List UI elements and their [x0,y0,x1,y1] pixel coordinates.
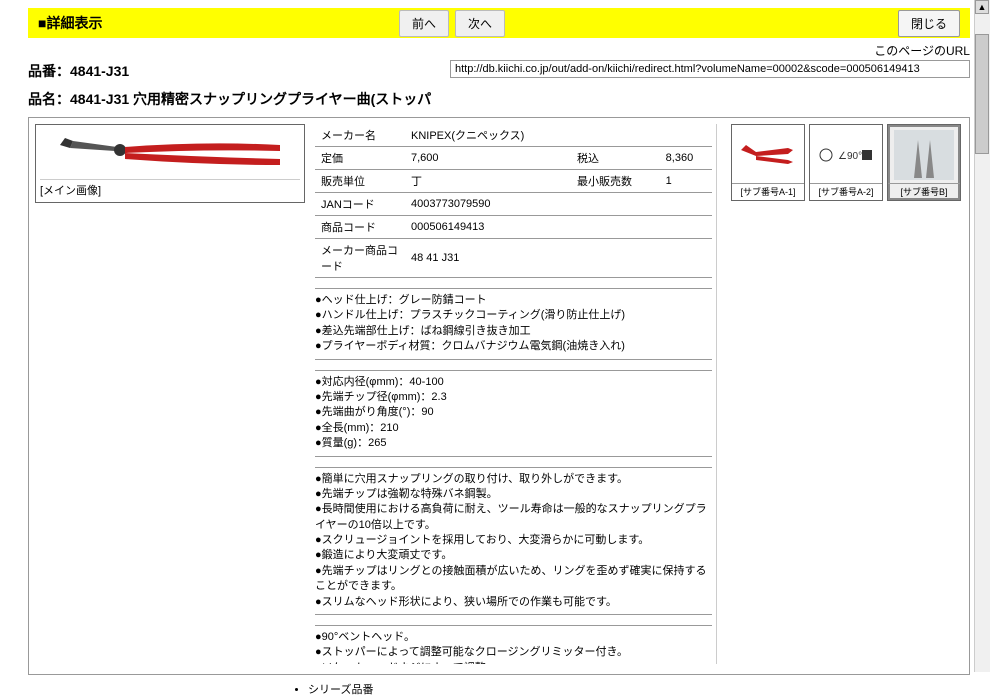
thumbnail-1[interactable]: [サブ番号A-1] [731,124,805,201]
desc-line: ●対応内径(φmm)：40-100 [315,375,712,390]
main-image [40,129,300,177]
desc-block-3: ●簡単に穴用スナップリングの取り付け、取り外しができます。●先端チップは強靭な特… [315,467,712,616]
main-image-box: [メイン画像] [35,124,305,203]
desc-line: ●先端チップは強靭な特殊バネ鋼製。 [315,487,712,502]
spec-table: メーカー名KNIPEX(クニペックス) 定価7,600税込8,360 販売単位丁… [315,124,712,278]
desc-block-1: ●ヘッド仕上げ：グレー防錆コート●ハンドル仕上げ：プラスチックコーティング(滑り… [315,288,712,360]
url-label: このページのURL [874,42,970,59]
desc-line: ●先端チップ径(φmm)：2.3 [315,390,712,405]
spec-scroll-area[interactable]: メーカー名KNIPEX(クニペックス) 定価7,600税込8,360 販売単位丁… [315,124,717,664]
thumb-img-3 [888,127,960,183]
desc-line: ●ソケットヘッドネジによって調整。 [315,661,712,664]
url-input[interactable] [450,60,970,78]
desc-block-2: ●対応内径(φmm)：40-100●先端チップ径(φmm)：2.3●先端曲がり角… [315,370,712,457]
desc-line: ●長時間使用における高負荷に耐え、ツール寿命は一般的なスナップリングプライヤーの… [315,502,712,533]
table-row: メーカー商品コード48 41 J31 [315,239,712,278]
next-button[interactable]: 次へ [455,10,505,37]
table-row: 販売単位丁最小販売数1 [315,170,712,193]
desc-line: ●鍛造により大変頑丈です。 [315,548,712,563]
header-bar: ■詳細表示 前へ 次へ 閉じる [28,8,970,38]
desc-line: ●ストッパーによって調整可能なクロージングリミッター付き。 [315,645,712,660]
product-name: 4841-J31 穴用精密スナップリングプライヤー曲(ストッパ [70,91,431,107]
desc-line: ●スリムなヘッド形状により、狭い場所での作業も可能です。 [315,595,712,610]
scroll-up-arrow[interactable]: ▲ [975,0,989,14]
desc-line: ●全長(mm)：210 [315,421,712,436]
series-link[interactable]: シリーズ品番 [308,681,970,697]
close-button[interactable]: 閉じる [898,10,960,37]
desc-line: ●ヘッド仕上げ：グレー防錆コート [315,293,712,308]
prev-button[interactable]: 前へ [399,10,449,37]
desc-line: ●90°ベントヘッド。 [315,630,712,645]
desc-line: ●先端曲がり角度(°)：90 [315,405,712,420]
desc-line: ●差込先端部仕上げ：ばね鋼線引き抜き加工 [315,324,712,339]
plier-image-icon [55,133,285,173]
table-row: JANコード4003773079590 [315,193,712,216]
thumbnail-2[interactable]: ∠90° [サブ番号A-2] [809,124,883,201]
product-number-label: 品番： [28,63,70,79]
thumb-img-2: ∠90° [810,127,882,183]
desc-line: ●簡単に穴用スナップリングの取り付け、取り外しができます。 [315,472,712,487]
svg-text:∠90°: ∠90° [838,151,862,162]
product-number: 4841-J31 [70,63,129,79]
thumbnail-3[interactable]: [サブ番号B] [887,124,961,201]
page-title: ■詳細表示 [38,13,102,33]
table-row: メーカー名KNIPEX(クニペックス) [315,124,712,147]
scroll-thumb[interactable] [975,34,989,154]
main-image-label: [メイン画像] [40,179,300,198]
desc-line: ●ハンドル仕上げ：プラスチックコーティング(滑り防止仕上げ) [315,308,712,323]
desc-line: ●プライヤーボディ材質：クロムバナジウム電気鋼(油焼き入れ) [315,339,712,354]
desc-block-4: ●90°ベントヘッド。●ストッパーによって調整可能なクロージングリミッター付き。… [315,625,712,664]
desc-line: ●質量(g)：265 [315,436,712,451]
page-scrollbar[interactable]: ▲ [974,0,990,672]
table-row: 商品コード000506149413 [315,216,712,239]
desc-line: ●スクリュージョイントを採用しており、大変滑らかに可動します。 [315,533,712,548]
table-row: 定価7,600税込8,360 [315,147,712,170]
desc-line: ●先端チップはリングとの接触面積が広いため、リングを歪めず確実に保持することがで… [315,564,712,595]
thumb-img-1 [732,127,804,183]
product-name-label: 品名： [28,91,70,107]
main-content-frame: [メイン画像] メーカー名KNIPEX(クニペックス) 定価7,600税込8,3… [28,117,970,675]
